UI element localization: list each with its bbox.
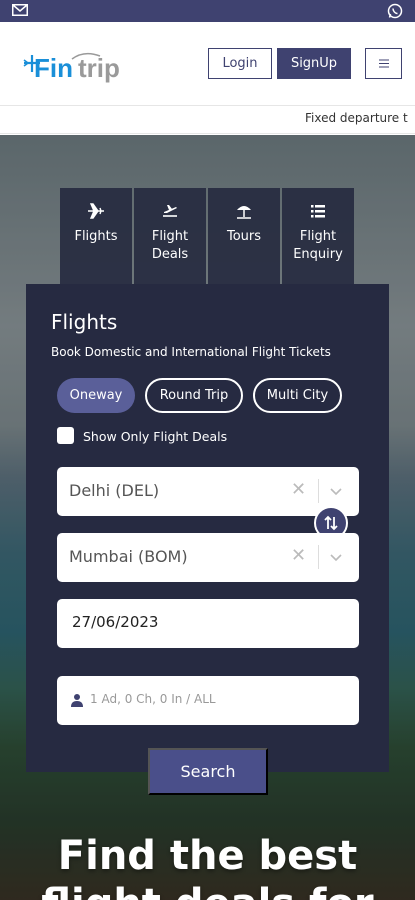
mail-icon[interactable] (12, 4, 28, 16)
panel-title: Flights (51, 310, 118, 334)
flight-deals-checkbox-label: Show Only Flight Deals (83, 429, 228, 444)
departure-date-input[interactable]: 27/06/2023 (57, 599, 359, 648)
clear-icon[interactable]: ✕ (291, 545, 306, 566)
menu-button[interactable] (365, 48, 402, 79)
list-icon (311, 205, 325, 218)
chevron-down-icon[interactable] (329, 550, 343, 564)
site-header: Fin trip Login SignUp (0, 22, 415, 106)
divider (318, 545, 319, 569)
trip-oneway-button[interactable]: Oneway (57, 378, 135, 413)
tab-tours[interactable]: Tours (208, 188, 280, 284)
signup-button[interactable]: SignUp (277, 48, 351, 79)
passenger-placeholder: 1 Ad, 0 Ch, 0 In / ALL (90, 692, 216, 706)
tab-label: Flight Enquiry (293, 229, 343, 262)
top-contact-bar (0, 0, 415, 22)
swap-arrows-icon (324, 515, 338, 531)
hamburger-icon (378, 62, 389, 65)
from-value: Delhi (DEL) (69, 481, 160, 500)
passenger-input[interactable]: 1 Ad, 0 Ch, 0 In / ALL (57, 676, 359, 725)
beach-umbrella-icon (237, 206, 251, 219)
service-tabs: Flights Flight Deals Tours Flight Enquir… (60, 188, 356, 284)
svg-text:Fin: Fin (34, 53, 73, 83)
plane-takeoff-icon (163, 205, 177, 217)
tab-label: Flights (74, 229, 118, 244)
hero-headline: Find the best flight deals for (41, 833, 373, 900)
search-button[interactable]: Search (148, 748, 268, 795)
svg-text:trip: trip (78, 53, 120, 83)
tab-flight-enquiry[interactable]: Flight Enquiry (282, 188, 354, 284)
to-value: Mumbai (BOM) (69, 547, 188, 566)
panel-subtitle: Book Domestic and International Flight T… (51, 345, 331, 359)
user-icon (71, 694, 83, 707)
date-value: 27/06/2023 (72, 613, 159, 631)
from-select[interactable]: Delhi (DEL) ✕ (57, 467, 359, 516)
tab-flights[interactable]: Flights (60, 188, 132, 284)
chevron-down-icon[interactable] (329, 484, 343, 498)
tab-label: Flight Deals (151, 229, 189, 262)
flight-search-panel: Flights Book Domestic and International … (26, 284, 389, 772)
tab-label: Tours (226, 229, 262, 244)
clear-icon[interactable]: ✕ (291, 479, 306, 500)
trip-multi-city-button[interactable]: Multi City (253, 378, 342, 413)
flight-deals-checkbox[interactable] (57, 427, 74, 444)
divider (318, 479, 319, 503)
tab-flight-deals[interactable]: Flight Deals (134, 188, 206, 284)
fintrip-logo[interactable]: Fin trip (22, 50, 142, 84)
login-button[interactable]: Login (208, 48, 272, 79)
ticker-text: Fixed departure t (305, 111, 408, 125)
announcement-ticker: Fixed departure t (0, 106, 415, 134)
to-select[interactable]: Mumbai (BOM) ✕ (57, 533, 359, 582)
whatsapp-icon[interactable] (387, 3, 403, 19)
trip-round-button[interactable]: Round Trip (145, 378, 243, 413)
airplane-icon (88, 203, 104, 219)
